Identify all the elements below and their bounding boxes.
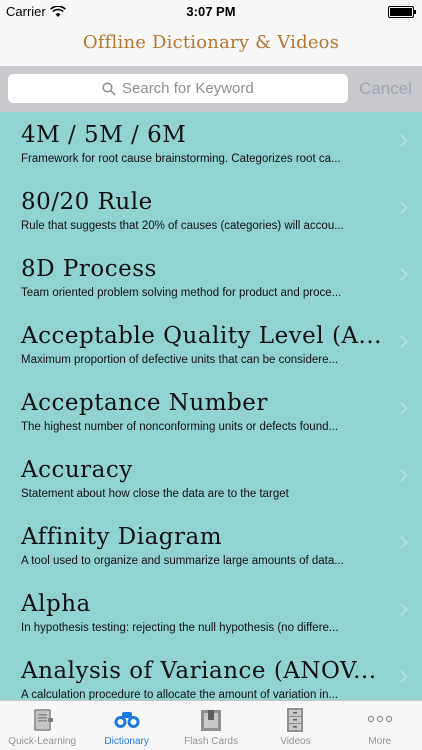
term-title: Affinity Diagram — [21, 524, 223, 550]
list-item[interactable]: 80/20 Rule Rule that suggests that 20% o… — [0, 179, 422, 246]
chevron-right-icon — [395, 536, 408, 549]
list-item[interactable]: Alpha In hypothesis testing: rejecting t… — [0, 581, 422, 648]
page-title: Offline Dictionary & Videos — [82, 32, 340, 53]
term-title: Alpha — [21, 591, 91, 617]
search-input[interactable] — [122, 80, 254, 97]
cabinet-icon — [287, 708, 304, 732]
chevron-right-icon — [395, 670, 408, 683]
more-icon — [367, 715, 393, 723]
tab-label: Quick-Learning — [8, 736, 77, 747]
term-title: 8D Process — [21, 256, 157, 282]
chevron-right-icon — [395, 402, 408, 415]
list-item[interactable]: 8D Process Team oriented problem solving… — [0, 246, 422, 313]
list-item[interactable]: Accuracy Statement about how close the d… — [0, 447, 422, 514]
term-definition: A calculation procedure to allocate the … — [21, 689, 339, 700]
tab-label: Flash Cards — [184, 736, 238, 747]
term-definition: A tool used to organize and summarize la… — [21, 555, 344, 567]
tab-more[interactable]: More — [338, 701, 422, 750]
binder-icon — [34, 709, 54, 731]
list-item[interactable]: Analysis of Variance (ANOV... A calculat… — [0, 648, 422, 700]
chevron-right-icon — [395, 335, 408, 348]
chevron-right-icon — [395, 603, 408, 616]
term-title: Analysis of Variance (ANOV... — [21, 658, 377, 684]
tab-label: Dictionary — [104, 736, 149, 747]
term-definition: The highest number of nonconforming unit… — [21, 421, 339, 433]
term-definition: Statement about how close the data are t… — [21, 488, 289, 500]
tab-bar: Quick-Learning Dictionary Flash Cards Vi… — [0, 700, 422, 750]
tab-label: More — [368, 736, 392, 747]
flashcard-icon — [201, 710, 222, 731]
tab-dictionary[interactable]: Dictionary — [84, 701, 168, 750]
chevron-right-icon — [395, 469, 408, 482]
term-title: Accuracy — [21, 457, 133, 483]
term-title: Acceptable Quality Level (A... — [21, 323, 382, 349]
battery-icon — [388, 6, 416, 18]
tab-flash-cards[interactable]: Flash Cards — [169, 701, 253, 750]
term-definition: Framework for root cause brainstorming. … — [21, 153, 341, 165]
status-time: 3:07 PM — [186, 4, 236, 19]
tab-label: Videos — [280, 736, 311, 747]
status-bar: Carrier 3:07 PM — [0, 0, 422, 24]
term-definition: Team oriented problem solving method for… — [21, 287, 342, 299]
tab-quick-learning[interactable]: Quick-Learning — [0, 701, 84, 750]
term-title: 4M / 5M / 6M — [21, 122, 187, 148]
search-icon — [102, 81, 116, 96]
term-title: Acceptance Number — [21, 390, 268, 416]
list-item[interactable]: Affinity Diagram A tool used to organize… — [0, 514, 422, 581]
term-definition: Maximum proportion of defective units th… — [21, 354, 339, 366]
list-item[interactable]: Acceptable Quality Level (A... Maximum p… — [0, 313, 422, 380]
list-item[interactable]: Acceptance Number The highest number of … — [0, 380, 422, 447]
tab-videos[interactable]: Videos — [253, 701, 337, 750]
term-title: 80/20 Rule — [21, 189, 153, 215]
chevron-right-icon — [395, 201, 408, 214]
chevron-right-icon — [395, 134, 408, 147]
search-bar: Cancel — [0, 66, 422, 112]
list-item[interactable]: 4M / 5M / 6M Framework for root cause br… — [0, 112, 422, 179]
term-definition: In hypothesis testing: rejecting the nul… — [21, 622, 339, 634]
nav-bar: Offline Dictionary & Videos — [0, 24, 422, 66]
binoculars-icon — [114, 712, 140, 728]
cancel-button[interactable]: Cancel — [359, 79, 412, 99]
dictionary-list[interactable]: 4M / 5M / 6M Framework for root cause br… — [0, 112, 422, 700]
term-definition: Rule that suggests that 20% of causes (c… — [21, 220, 344, 232]
search-field[interactable] — [8, 74, 348, 103]
chevron-right-icon — [395, 268, 408, 281]
